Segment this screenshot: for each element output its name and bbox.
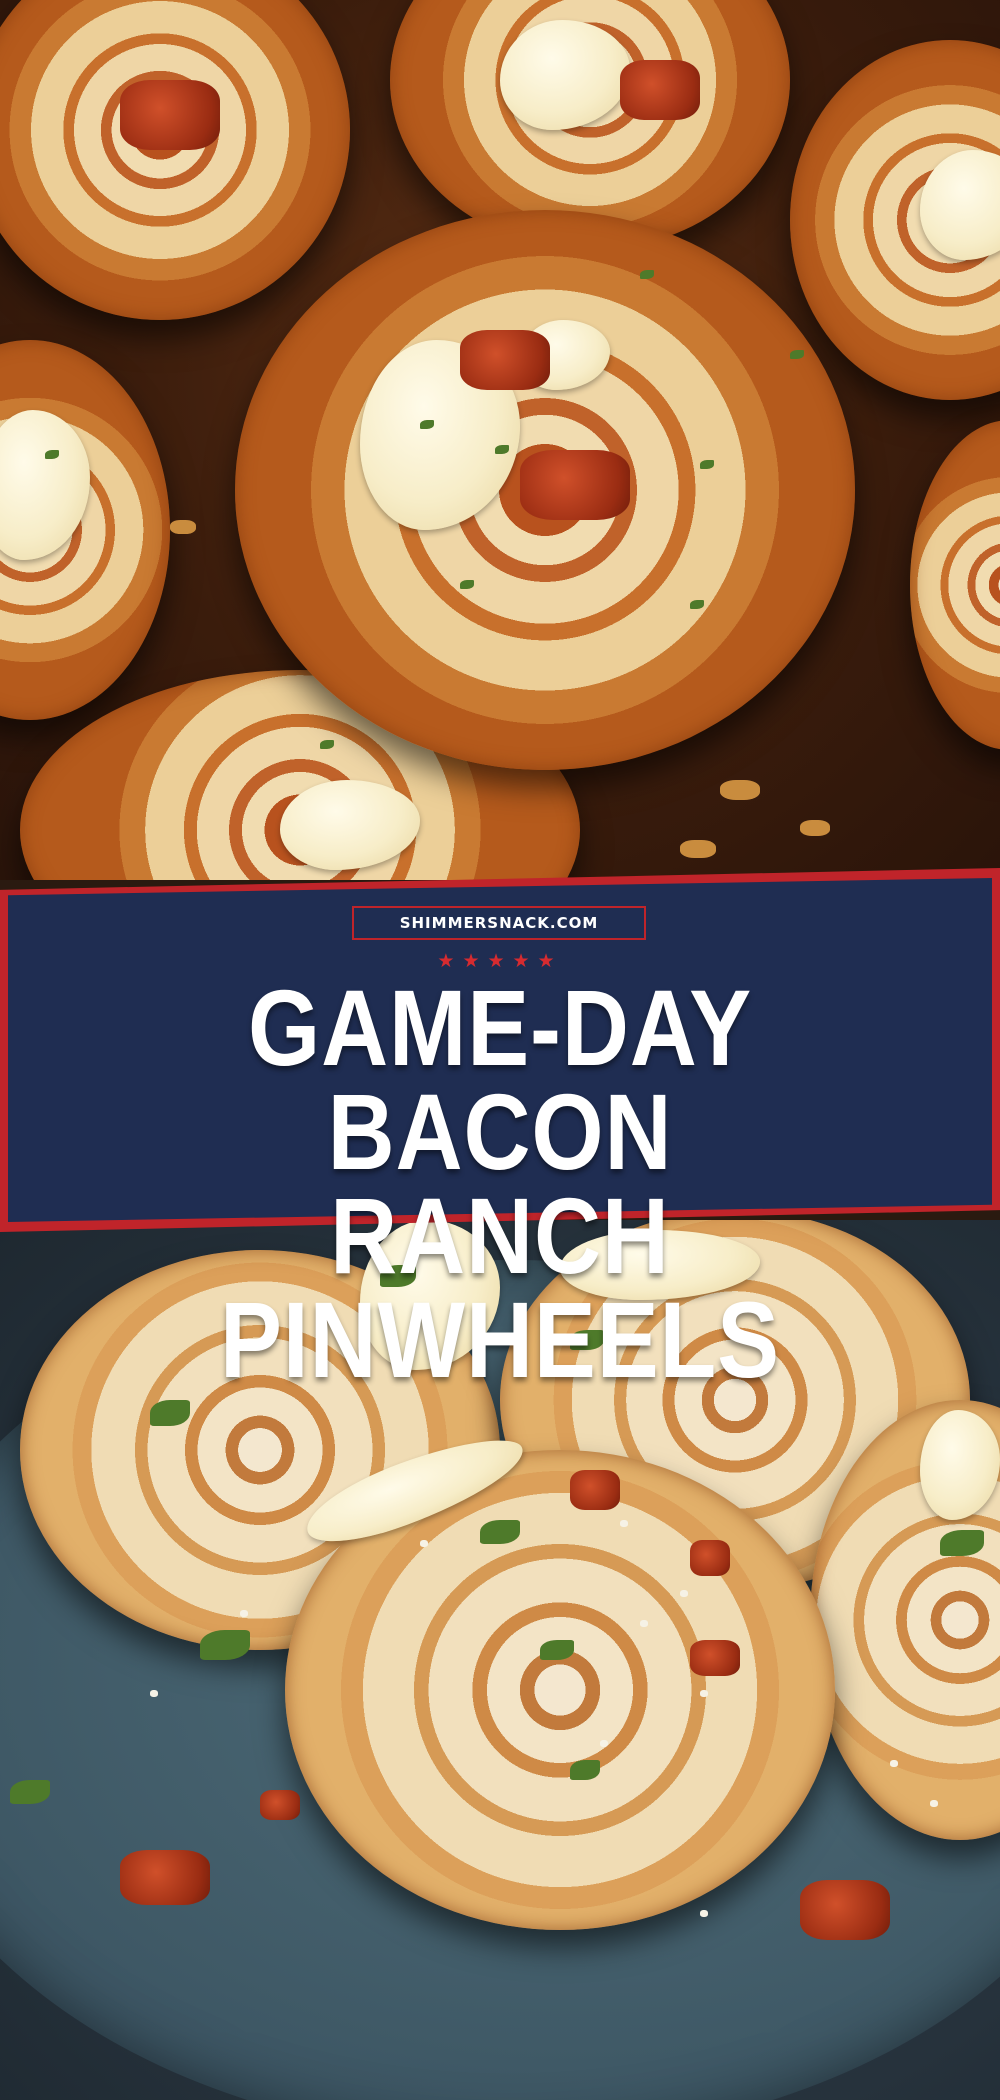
crumb bbox=[170, 520, 196, 534]
bacon-bit bbox=[520, 450, 630, 520]
herb-garnish bbox=[200, 1630, 250, 1660]
cheese-crumble bbox=[890, 1760, 898, 1767]
cheese-crumble bbox=[620, 1520, 628, 1527]
pinwheel bbox=[0, 0, 350, 320]
bacon-bit bbox=[460, 330, 550, 390]
cheese-crumble bbox=[240, 1610, 248, 1617]
herb-garnish bbox=[45, 450, 59, 459]
bacon-bit bbox=[570, 1470, 620, 1510]
herb-garnish bbox=[690, 600, 704, 609]
cheese-crumble bbox=[700, 1690, 708, 1697]
herb-garnish bbox=[460, 580, 474, 589]
cheese-crumble bbox=[600, 1740, 608, 1747]
cheese-crumble bbox=[150, 1690, 158, 1697]
recipe-title: GAME-DAY BACON RANCH PINWHEELS bbox=[70, 967, 930, 1400]
bacon-bit bbox=[800, 1880, 890, 1940]
cheese-crumble bbox=[640, 1620, 648, 1627]
bacon-bit bbox=[690, 1640, 740, 1676]
herb-garnish bbox=[940, 1530, 984, 1556]
herb-garnish bbox=[495, 445, 509, 454]
cheese-crumble bbox=[930, 1800, 938, 1807]
bacon-bit bbox=[690, 1540, 730, 1576]
site-url[interactable]: SHIMMERSNACK.COM bbox=[352, 906, 646, 940]
recipe-title-line-2: RANCH PINWHEELS bbox=[220, 1175, 780, 1400]
bacon-bit bbox=[620, 60, 700, 120]
top-food-photo bbox=[0, 0, 1000, 880]
herb-garnish bbox=[320, 740, 334, 749]
herb-garnish bbox=[10, 1780, 50, 1804]
herb-garnish bbox=[480, 1520, 520, 1544]
recipe-title-line-1: GAME-DAY BACON bbox=[247, 967, 753, 1192]
bacon-bit bbox=[260, 1790, 300, 1820]
crumb bbox=[720, 780, 760, 800]
cheese-crumble bbox=[700, 1910, 708, 1917]
herb-garnish bbox=[570, 1760, 600, 1780]
herb-garnish bbox=[150, 1400, 190, 1426]
crumb bbox=[680, 840, 716, 858]
cheese-crumble bbox=[680, 1590, 688, 1597]
crumb bbox=[800, 820, 830, 836]
herb-garnish bbox=[420, 420, 434, 429]
bacon-bit bbox=[120, 1850, 210, 1905]
cheese-crumble bbox=[420, 1540, 428, 1547]
herb-garnish bbox=[640, 270, 654, 279]
herb-garnish bbox=[540, 1640, 574, 1660]
pinwheel bbox=[910, 420, 1000, 750]
bacon-bit bbox=[120, 80, 220, 150]
herb-garnish bbox=[700, 460, 714, 469]
herb-garnish bbox=[790, 350, 804, 359]
